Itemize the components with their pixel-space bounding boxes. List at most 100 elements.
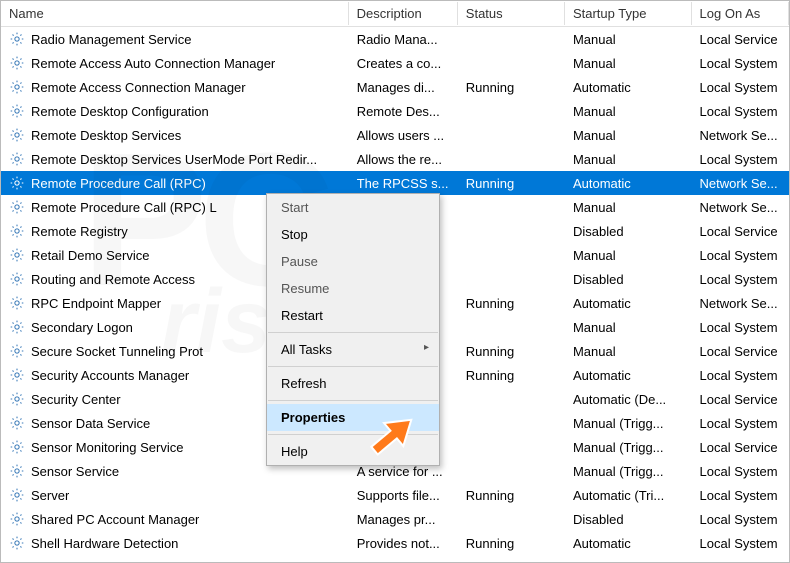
- column-header-logon[interactable]: Log On As: [692, 2, 789, 25]
- service-startup-cell: Manual: [565, 318, 692, 337]
- service-status-cell: Running: [458, 486, 565, 505]
- service-logon-cell: Local System: [692, 318, 789, 337]
- service-logon-cell: Local System: [692, 150, 789, 169]
- service-name-label: Routing and Remote Access: [31, 272, 195, 287]
- column-header-name[interactable]: Name: [1, 2, 349, 25]
- service-name-label: RPC Endpoint Mapper: [31, 296, 161, 311]
- service-logon-cell: Local System: [692, 78, 789, 97]
- service-status-cell: [458, 37, 565, 41]
- gear-icon: [9, 511, 25, 527]
- service-status-cell: [458, 517, 565, 521]
- service-name-label: Shared PC Account Manager: [31, 512, 199, 527]
- service-description-cell: Creates a co...: [349, 54, 458, 73]
- service-description-cell: Remote Des...: [349, 102, 458, 121]
- service-status-cell: [458, 61, 565, 65]
- service-name-cell[interactable]: Remote Access Auto Connection Manager: [1, 53, 349, 73]
- service-name-cell[interactable]: Remote Access Connection Manager: [1, 77, 349, 97]
- service-status-cell: [458, 421, 565, 425]
- service-row[interactable]: Remote Access Auto Connection ManagerCre…: [1, 51, 789, 75]
- service-status-cell: [458, 133, 565, 137]
- column-header-startup[interactable]: Startup Type: [565, 2, 692, 25]
- menu-item-refresh[interactable]: Refresh: [267, 370, 439, 397]
- service-name-cell[interactable]: Shared PC Account Manager: [1, 509, 349, 529]
- gear-icon: [9, 535, 25, 551]
- service-startup-cell: Manual: [565, 102, 692, 121]
- service-status-cell: [458, 325, 565, 329]
- service-startup-cell: Manual (Trigg...: [565, 438, 692, 457]
- gear-icon: [9, 415, 25, 431]
- service-name-cell[interactable]: Remote Procedure Call (RPC): [1, 173, 349, 193]
- service-logon-cell: Local System: [692, 414, 789, 433]
- menu-item-resume: Resume: [267, 275, 439, 302]
- menu-item-all-tasks[interactable]: All Tasks: [267, 336, 439, 363]
- service-row[interactable]: Radio Management ServiceRadio Mana...Man…: [1, 27, 789, 51]
- service-status-cell: Running: [458, 366, 565, 385]
- service-logon-cell: Local System: [692, 102, 789, 121]
- service-name-cell[interactable]: Server: [1, 485, 349, 505]
- service-startup-cell: Manual: [565, 150, 692, 169]
- service-name-cell[interactable]: Remote Desktop Services UserMode Port Re…: [1, 149, 349, 169]
- gear-icon: [9, 271, 25, 287]
- service-name-cell[interactable]: Shell Hardware Detection: [1, 533, 349, 553]
- service-startup-cell: Automatic (Tri...: [565, 486, 692, 505]
- service-logon-cell: Local System: [692, 486, 789, 505]
- service-logon-cell: Network Se...: [692, 198, 789, 217]
- service-startup-cell: Manual (Trigg...: [565, 462, 692, 481]
- service-name-label: Server: [31, 488, 69, 503]
- service-logon-cell: Network Se...: [692, 126, 789, 145]
- service-status-cell: [458, 109, 565, 113]
- column-header-description[interactable]: Description: [349, 2, 458, 25]
- gear-icon: [9, 343, 25, 359]
- service-status-cell: [458, 229, 565, 233]
- service-startup-cell: Disabled: [565, 270, 692, 289]
- service-status-cell: [458, 277, 565, 281]
- service-row[interactable]: Remote Procedure Call (RPC)The RPCSS s..…: [1, 171, 789, 195]
- menu-separator: [268, 332, 438, 333]
- service-logon-cell: Network Se...: [692, 294, 789, 313]
- service-startup-cell: Automatic: [565, 174, 692, 193]
- service-logon-cell: Local System: [692, 534, 789, 553]
- gear-icon: [9, 127, 25, 143]
- service-row[interactable]: ServerSupports file...RunningAutomatic (…: [1, 483, 789, 507]
- service-status-cell: [458, 469, 565, 473]
- service-startup-cell: Automatic: [565, 366, 692, 385]
- menu-item-properties[interactable]: Properties: [267, 404, 439, 431]
- service-row[interactable]: Shell Hardware DetectionProvides not...R…: [1, 531, 789, 555]
- service-row[interactable]: Remote Desktop Configuration Remote Des..…: [1, 99, 789, 123]
- service-row[interactable]: Remote Access Connection ManagerManages …: [1, 75, 789, 99]
- service-startup-cell: Manual (Trigg...: [565, 414, 692, 433]
- service-startup-cell: Automatic: [565, 294, 692, 313]
- service-logon-cell: Local System: [692, 54, 789, 73]
- service-name-cell[interactable]: Remote Desktop Configuration: [1, 101, 349, 121]
- service-name-cell[interactable]: Radio Management Service: [1, 29, 349, 49]
- service-name-label: Remote Access Connection Manager: [31, 80, 246, 95]
- service-name-label: Sensor Service: [31, 464, 119, 479]
- service-row[interactable]: Remote Desktop Services UserMode Port Re…: [1, 147, 789, 171]
- column-header-status[interactable]: Status: [458, 2, 565, 25]
- gear-icon: [9, 31, 25, 47]
- gear-icon: [9, 439, 25, 455]
- service-row[interactable]: Remote Desktop ServicesAllows users ...M…: [1, 123, 789, 147]
- service-name-cell[interactable]: Remote Desktop Services: [1, 125, 349, 145]
- menu-item-help[interactable]: Help: [267, 438, 439, 465]
- service-name-label: Sensor Data Service: [31, 416, 150, 431]
- gear-icon: [9, 463, 25, 479]
- service-description-cell: Manages pr...: [349, 510, 458, 529]
- menu-item-restart[interactable]: Restart: [267, 302, 439, 329]
- service-name-label: Radio Management Service: [31, 32, 191, 47]
- service-description-cell: The RPCSS s...: [349, 174, 458, 193]
- service-status-cell: Running: [458, 294, 565, 313]
- service-row[interactable]: Shared PC Account ManagerManages pr...Di…: [1, 507, 789, 531]
- service-logon-cell: Local System: [692, 462, 789, 481]
- menu-separator: [268, 434, 438, 435]
- menu-item-stop[interactable]: Stop: [267, 221, 439, 248]
- context-menu: Start Stop Pause Resume Restart All Task…: [266, 193, 440, 466]
- service-startup-cell: Disabled: [565, 222, 692, 241]
- service-name-label: Remote Desktop Configuration: [31, 104, 209, 119]
- service-description-cell: Allows users ...: [349, 126, 458, 145]
- service-name-label: Remote Procedure Call (RPC) L: [31, 200, 217, 215]
- service-startup-cell: Manual: [565, 54, 692, 73]
- gear-icon: [9, 247, 25, 263]
- service-name-label: Shell Hardware Detection: [31, 536, 178, 551]
- service-startup-cell: Automatic: [565, 534, 692, 553]
